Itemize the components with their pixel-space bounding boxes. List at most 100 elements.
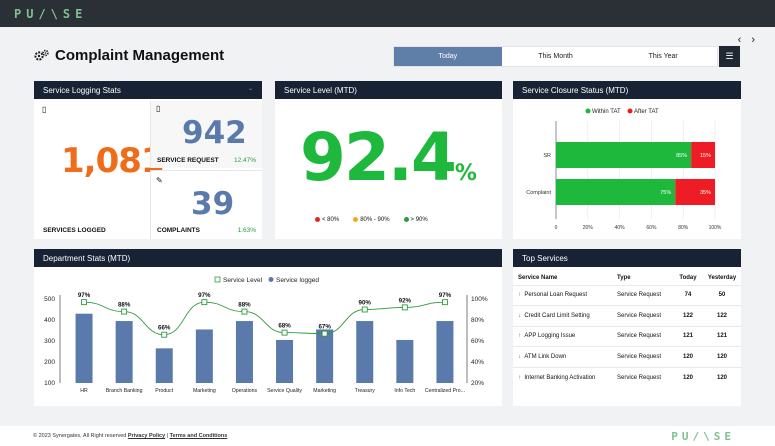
terms-link[interactable]: Terms and Conditions	[170, 433, 228, 439]
table-row[interactable]: ↓ Credit Card Limit Setting Service Reque…	[513, 305, 741, 326]
data-label: 90%	[359, 300, 372, 307]
service-level-panel: Service Level (MTD) 92.4% < 80% 80% - 90…	[275, 81, 502, 239]
legend-dot-orange	[353, 217, 359, 222]
table-row[interactable]: ↑ Personal Loan Request Service Request 74…	[513, 284, 741, 306]
legend-label: > 90%	[410, 217, 428, 224]
type-cell: Service Request	[612, 305, 673, 326]
footer: © 2023 Synergates, All Right reserved Pr…	[0, 426, 775, 446]
legend-item: > 90%	[403, 217, 428, 224]
table-row[interactable]: ↓ ATM Link Down Service Request 120 120	[513, 346, 741, 367]
today-cell: 120	[673, 346, 703, 367]
x-tick-label: Product	[155, 388, 173, 394]
menu-button[interactable]: ☰	[719, 46, 740, 67]
yesterday-cell: 121	[703, 325, 741, 347]
today-cell: 122	[673, 305, 703, 326]
panel-header: Service Closure Status (MTD)	[513, 81, 741, 99]
arrow-down-icon: ↓	[518, 312, 521, 319]
privacy-link[interactable]: Privacy Policy	[128, 433, 165, 439]
department-chart: Service Level Service logged 100 200 300 400 5…	[44, 276, 488, 394]
edit-icon: ✎	[156, 176, 163, 185]
department-stats-panel: Department Stats (MTD) Service Level Serv…	[34, 249, 502, 406]
gears-icon	[34, 49, 49, 61]
line-marker	[121, 308, 128, 315]
dept-bar	[235, 321, 253, 383]
brand-logo[interactable]: PU/\SE	[14, 7, 87, 21]
x-tick-label: Branch Banking	[106, 388, 143, 394]
footer-logo: PU/\SE	[671, 430, 735, 443]
data-label: 68%	[278, 323, 291, 330]
services-logged-value: 1,081	[61, 141, 165, 181]
nav-arrows: ‹›	[738, 34, 765, 46]
phone-icon: ▯	[156, 104, 161, 113]
today-cell: 120	[673, 366, 703, 388]
table-row[interactable]: ↑ Internet Banking Activation Service Req…	[513, 366, 741, 388]
service-level-legend: < 80% 80% - 90% > 90%	[315, 217, 428, 223]
dept-bar	[195, 329, 213, 383]
service-level-value: 92.4%	[275, 119, 502, 196]
dept-bar	[276, 339, 294, 383]
today-cell: 74	[673, 284, 703, 306]
col-yesterday: Yesterday	[707, 274, 737, 281]
panel-header: Service Logging Stats ⌄	[34, 81, 262, 99]
panel-header: Department Stats (MTD)	[34, 249, 502, 267]
legend-item: 80% - 90%	[353, 217, 390, 224]
table-row[interactable]: ↑ APP Logging Issue Service Request 121 121	[513, 325, 741, 347]
service-request-label: SERVICE REQUEST	[157, 157, 219, 164]
complaints-card: ✎ 39 COMPLAINTS 1.63%	[150, 170, 262, 239]
x-tick-label: 100%	[709, 225, 722, 231]
arrow-down-icon: ↓	[518, 353, 521, 360]
type-cell: Service Request	[612, 366, 673, 388]
y2-tick-label: 80%	[471, 317, 484, 324]
line-marker	[401, 304, 408, 311]
top-services-panel: Top Services Service Name Type Today Yes…	[513, 249, 741, 406]
x-tick-label: Operations	[232, 388, 258, 394]
collapse-icon[interactable]: ⌄	[248, 85, 253, 92]
legend-label: 80% - 90%	[360, 217, 390, 224]
service-name: APP Logging Issue	[524, 333, 576, 340]
data-label: 35%	[700, 190, 711, 196]
top-bar: PU/\SE	[0, 0, 775, 27]
service-request-pct: 12.47%	[233, 157, 256, 164]
data-label: 88%	[118, 302, 131, 309]
line-marker	[442, 299, 448, 306]
y2-tick-label: 100%	[471, 296, 488, 303]
complaints-label: COMPLAINTS	[157, 227, 200, 234]
tab-this-month[interactable]: This Month	[502, 47, 610, 66]
x-tick-label: 80%	[678, 225, 689, 231]
y-tick-label: 100	[44, 380, 55, 387]
data-label: 66%	[158, 325, 171, 332]
footer-text: © 2023 Synergates, All Right reserved Pr…	[33, 433, 227, 439]
service-level-number: 92.4	[300, 119, 457, 196]
legend-square	[214, 276, 221, 283]
panel-title: Service Closure Status (MTD)	[522, 85, 629, 95]
data-label: 15%	[700, 153, 711, 159]
col-service-name: Service Name	[518, 274, 558, 281]
y2-tick-label: 60%	[471, 338, 484, 345]
y-tick-label: 200	[44, 359, 55, 366]
service-name-cell: ↑ Internet Banking Activation	[513, 366, 612, 388]
y-tick-label: 400	[44, 317, 55, 324]
dept-bar	[75, 313, 93, 383]
yesterday-cell: 120	[703, 366, 741, 388]
service-logging-panel: Service Logging Stats ⌄ ▯ 1,081 SERVICES…	[34, 81, 262, 239]
dept-bar	[436, 321, 454, 383]
panel-header: Top Services	[513, 249, 741, 267]
data-label: 67%	[318, 324, 331, 331]
legend-dot	[627, 108, 633, 114]
tab-today[interactable]: Today	[394, 47, 502, 66]
top-services-table: Service Name Type Today Yesterday ↑ Pers…	[513, 271, 741, 388]
panel-title: Top Services	[522, 253, 568, 263]
service-name: Internet Banking Activation	[524, 374, 596, 381]
closure-bar	[556, 142, 692, 168]
copyright: © 2023 Synergates, All Right reserved	[33, 433, 127, 439]
legend-dot-green	[403, 217, 409, 222]
prev-arrow-icon[interactable]: ‹	[738, 34, 752, 46]
service-request-card: ▯ 942 SERVICE REQUEST 12.47%	[150, 101, 262, 168]
service-name-cell: ↑ APP Logging Issue	[513, 325, 612, 347]
x-tick-label: 0	[555, 225, 558, 231]
line-marker	[321, 330, 328, 337]
tab-this-year[interactable]: This Year	[609, 47, 717, 66]
next-arrow-icon[interactable]: ›	[751, 34, 765, 46]
dept-bar	[396, 339, 414, 383]
legend-dot-red	[315, 217, 320, 222]
